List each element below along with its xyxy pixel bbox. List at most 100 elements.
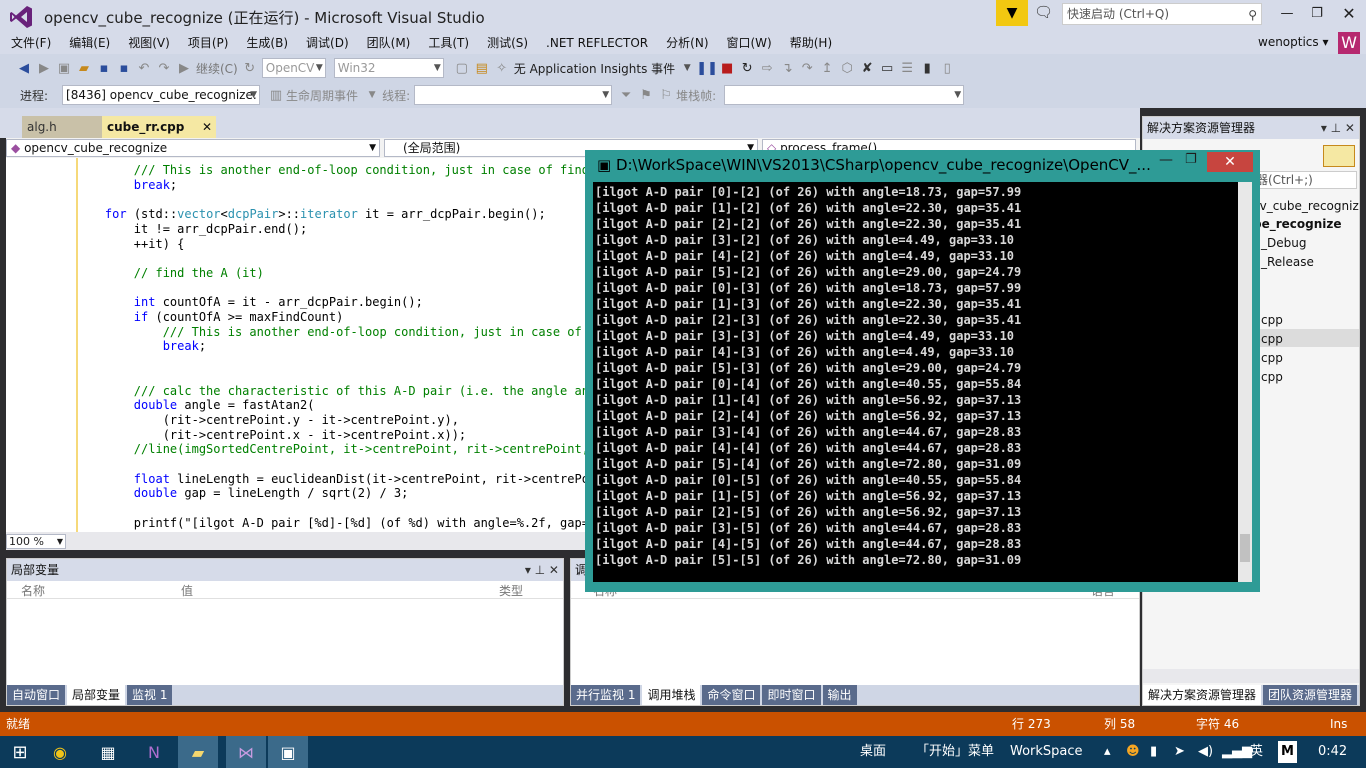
show-flagged-icon[interactable]: ⚐: [656, 85, 676, 105]
configuration-select[interactable]: OpenCV ▼: [261, 58, 326, 78]
column-name[interactable]: 名称: [21, 582, 45, 599]
code-line[interactable]: (rit->centrePoint.y - it->centrePoint.y)…: [76, 412, 459, 428]
tree-item-debug[interactable]: _Debug: [1261, 236, 1306, 250]
save-icon[interactable]: ▪: [94, 58, 114, 78]
notification-flag-icon[interactable]: ▼: [996, 0, 1028, 26]
menu-project[interactable]: 项目(P): [179, 32, 238, 54]
console-window[interactable]: ▣ D:\WorkSpace\WIN\VS2013\CSharp\opencv_…: [585, 150, 1260, 592]
code-line[interactable]: ++it) {: [76, 236, 185, 252]
stack-frame-select[interactable]: ▼: [724, 85, 965, 105]
exceptions-icon[interactable]: ✘: [857, 58, 877, 78]
flag-threads-icon[interactable]: ⚑: [636, 85, 656, 105]
thread-select[interactable]: ▼: [414, 85, 613, 105]
close-button[interactable]: ✕: [1334, 2, 1364, 26]
calculator-icon[interactable]: ▦: [88, 736, 128, 768]
tree-item-project[interactable]: be_recognize: [1253, 217, 1342, 231]
code-line[interactable]: /// calc the characteristic of this A-D …: [76, 383, 590, 399]
tray-app-icon[interactable]: ☻: [1126, 736, 1140, 768]
open-file-icon[interactable]: ▰: [74, 58, 94, 78]
tray-network-icon[interactable]: ▮: [1150, 736, 1157, 768]
panel-controls[interactable]: ▾ ⊥ ✕: [1321, 117, 1355, 139]
maximize-button[interactable]: ❐: [1302, 2, 1332, 26]
code-line[interactable]: for (std::vector<dcpPair>::iterator it =…: [76, 206, 546, 222]
editor-horizontal-scrollbar[interactable]: [6, 532, 586, 550]
avatar[interactable]: W: [1338, 32, 1360, 54]
code-line[interactable]: int countOfA = it - arr_dcpPair.begin();: [76, 294, 423, 310]
redo-icon[interactable]: ↷: [154, 58, 174, 78]
menu-test[interactable]: 测试(S): [478, 32, 537, 54]
code-line[interactable]: (rit->centrePoint.x - it->centrePoint.x)…: [76, 427, 466, 443]
code-line[interactable]: it != arr_dcpPair.end();: [76, 221, 307, 237]
menu-window[interactable]: 窗口(W): [718, 32, 781, 54]
tray-signal-icon[interactable]: ▂▄▆: [1222, 736, 1252, 768]
console-maximize-button[interactable]: ❐: [1185, 152, 1197, 167]
code-line[interactable]: // find the A (it): [76, 265, 264, 281]
console-title-bar[interactable]: ▣ D:\WorkSpace\WIN\VS2013\CSharp\opencv_…: [587, 152, 1207, 178]
onenote-icon[interactable]: N: [134, 736, 174, 768]
save-all-icon[interactable]: ▪: [114, 58, 134, 78]
back-icon[interactable]: ◀: [14, 58, 34, 78]
forward-icon[interactable]: ▶: [34, 58, 54, 78]
code-line[interactable]: if (countOfA >= maxFindCount): [76, 309, 344, 325]
console-output[interactable]: [ilgot A-D pair [0]-[2] (of 26) with ang…: [593, 182, 1238, 582]
console-close-button[interactable]: ✕: [1207, 152, 1253, 172]
menu-team[interactable]: 团队(M): [358, 32, 420, 54]
attach-icon[interactable]: ▢: [452, 58, 472, 78]
tray-volume-icon[interactable]: ◀): [1198, 736, 1213, 768]
feedback-icon[interactable]: 🗨: [1034, 3, 1053, 21]
new-project-icon[interactable]: ▣: [54, 58, 74, 78]
sync-icon[interactable]: [1323, 145, 1355, 167]
tree-item-file[interactable]: cpp: [1261, 313, 1283, 327]
comment-icon[interactable]: ▭: [877, 58, 897, 78]
undo-icon[interactable]: ↶: [134, 58, 154, 78]
tree-item-solution[interactable]: cv_cube_recogniz: [1253, 199, 1359, 213]
code-line[interactable]: /// This is another end-of-loop conditio…: [76, 324, 590, 340]
tab-cube-rr-cpp[interactable]: cube_rr.cpp ✕: [102, 116, 216, 138]
tree-item-file[interactable]: cpp: [1261, 351, 1283, 365]
user-name[interactable]: wenoptics ▾: [1258, 35, 1329, 49]
indent-icon[interactable]: ☰: [897, 58, 917, 78]
application-insights-icon[interactable]: ✧: [492, 58, 512, 78]
tab-locals[interactable]: 局部变量: [67, 685, 126, 705]
pause-icon[interactable]: ❚❚: [696, 58, 718, 78]
tab-watch-1[interactable]: 监视 1: [127, 685, 173, 705]
horizontal-scrollbar[interactable]: [1143, 669, 1359, 683]
code-line[interactable]: break;: [76, 177, 177, 193]
menu-tools[interactable]: 工具(T): [419, 32, 478, 54]
hex-display-icon[interactable]: ⬡: [837, 58, 857, 78]
step-out-icon[interactable]: ↥: [817, 58, 837, 78]
restart-icon[interactable]: ↻: [737, 58, 757, 78]
menu-analyze[interactable]: 分析(N): [657, 32, 717, 54]
column-value[interactable]: 值: [181, 582, 193, 599]
code-line[interactable]: float lineLength = euclideanDist(it->cen…: [76, 471, 590, 487]
code-line[interactable]: /// This is another end-of-loop conditio…: [76, 162, 590, 178]
console-scrollbar[interactable]: [1238, 182, 1252, 582]
process-select[interactable]: [8436] opencv_cube_recognize. ▼: [62, 85, 261, 105]
tray-ime-indicator[interactable]: 英: [1250, 736, 1263, 768]
lifecycle-events-icon[interactable]: ▥: [266, 85, 286, 105]
continue-icon[interactable]: ▶: [174, 58, 194, 78]
chevron-down-icon[interactable]: ▼: [362, 85, 382, 105]
tab-parallel-watch[interactable]: 并行监视 1: [571, 685, 641, 705]
tray-overflow-icon[interactable]: ▴: [1104, 736, 1111, 768]
scrollbar-thumb[interactable]: [1240, 534, 1250, 562]
code-line[interactable]: double angle = fastAtan2(: [76, 397, 315, 413]
find-in-files-icon[interactable]: ▤: [472, 58, 492, 78]
tab-autos[interactable]: 自动窗口: [7, 685, 66, 705]
stop-icon[interactable]: ■: [717, 58, 737, 78]
solution-search-input[interactable]: 器(Ctrl+;): [1253, 171, 1357, 189]
project-select[interactable]: ◆ opencv_cube_recognize ▼: [6, 139, 380, 157]
code-line[interactable]: //line(imgSortedCentrePoint, it->centreP…: [76, 441, 590, 457]
continue-button[interactable]: 继续(C): [194, 60, 240, 77]
taskbar-start-menu-toolbar[interactable]: 「开始」菜单: [916, 736, 994, 768]
bookmark-icon[interactable]: ▮: [917, 58, 937, 78]
tab-call-stack[interactable]: 调用堆栈: [642, 685, 701, 705]
tab-immediate-window[interactable]: 即时窗口: [762, 685, 821, 705]
tab-team-explorer[interactable]: 团队资源管理器: [1263, 685, 1357, 705]
tray-ime-mode-icon[interactable]: M: [1278, 741, 1297, 763]
console-app-icon[interactable]: ▣: [268, 736, 308, 768]
show-next-statement-icon[interactable]: ⇨: [757, 58, 777, 78]
console-minimize-button[interactable]: —: [1159, 152, 1173, 168]
tray-clock[interactable]: 0:42: [1318, 736, 1347, 768]
application-insights-button[interactable]: 无 Application Insights 事件: [512, 60, 677, 77]
